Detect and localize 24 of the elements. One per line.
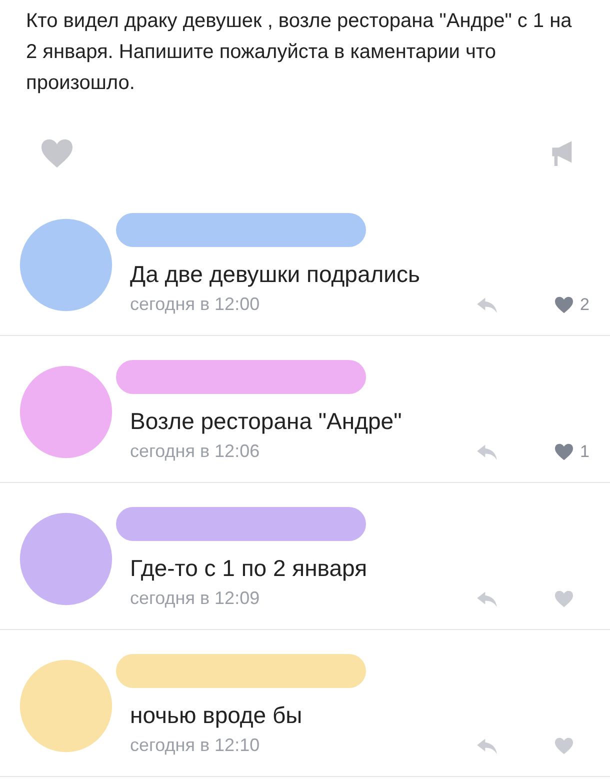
- avatar[interactable]: [18, 511, 114, 607]
- like-icon[interactable]: [554, 296, 574, 314]
- avatar[interactable]: [18, 364, 114, 460]
- reply-icon[interactable]: [476, 442, 498, 460]
- reply-icon[interactable]: [476, 296, 498, 314]
- like-count: 1: [580, 442, 590, 462]
- reply-icon[interactable]: [476, 590, 498, 608]
- reply-icon[interactable]: [476, 736, 498, 754]
- avatar[interactable]: [18, 658, 114, 754]
- comment-text: Возле ресторана "Андре": [130, 408, 403, 435]
- comment-time: сегодня в 12:00: [130, 294, 261, 315]
- post-text: Кто видел драку девушек , возле ресторана "Андре" с 1 на 2 января. Напишите пожалуйста в каментарии что произошло.: [26, 9, 573, 96]
- comment-text: ночью вроде бы: [130, 702, 304, 729]
- like-icon[interactable]: [554, 442, 574, 460]
- avatar[interactable]: [18, 217, 114, 313]
- comment-text: Где-то с 1 по 2 января: [130, 555, 368, 582]
- comment-text: Да две девушки подрались: [130, 261, 421, 288]
- comment-time: сегодня в 12:09: [130, 588, 261, 609]
- like-icon[interactable]: [40, 138, 74, 168]
- like-count: 2: [580, 294, 590, 314]
- like-icon[interactable]: [554, 736, 574, 754]
- comment-time: сегодня в 12:10: [130, 735, 261, 756]
- like-icon[interactable]: [554, 590, 574, 608]
- comment-time: сегодня в 12:06: [130, 441, 261, 462]
